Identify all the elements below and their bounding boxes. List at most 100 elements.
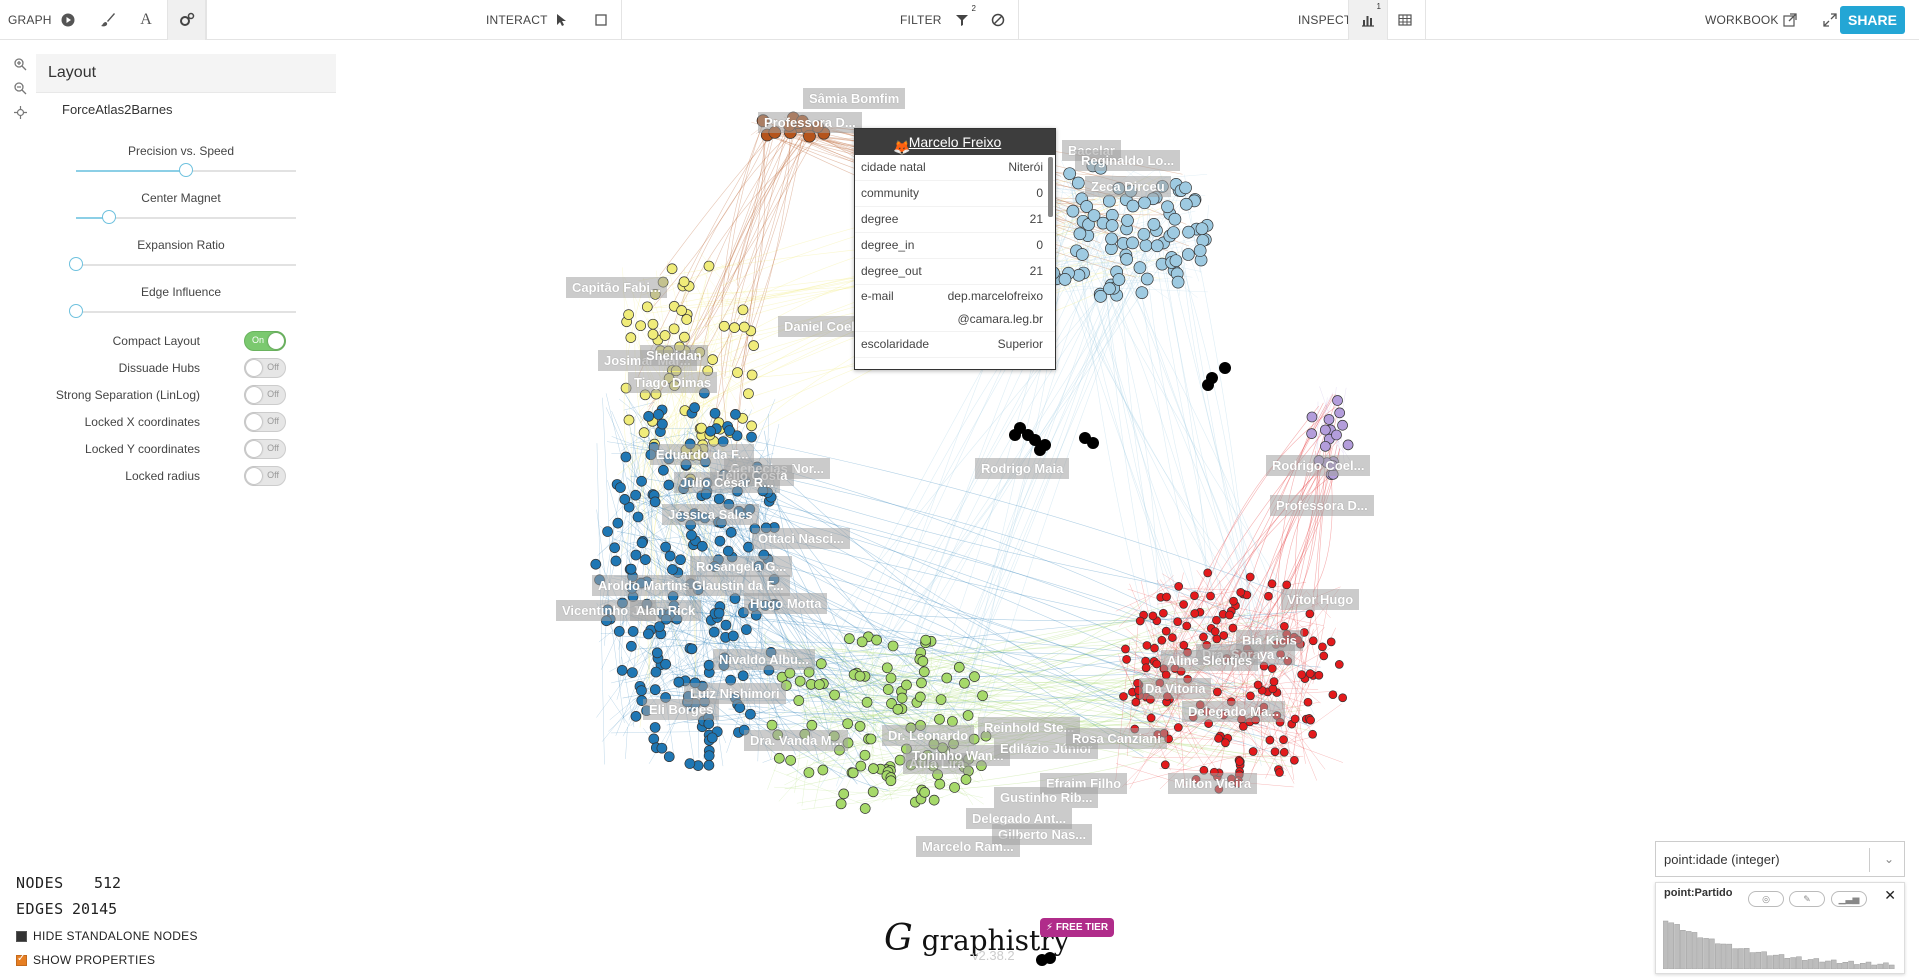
tooltip-scrollbar[interactable] — [1048, 157, 1053, 217]
node-label[interactable]: Vitor Hugo — [1281, 589, 1360, 610]
node-label[interactable]: Aroldo Martins — [592, 575, 696, 596]
external-link-icon[interactable] — [1778, 8, 1802, 32]
histogram-bar[interactable] — [1819, 961, 1825, 969]
target-icon[interactable]: ◎ — [1748, 891, 1784, 907]
bar-chart-icon[interactable]: 1 — [1348, 0, 1388, 40]
histogram-bar[interactable] — [1830, 959, 1837, 969]
histogram-bar[interactable] — [1720, 943, 1727, 969]
histogram-bar[interactable] — [1877, 963, 1883, 969]
play-icon[interactable] — [56, 8, 80, 32]
node-label[interactable]: Marcelo Ram... — [916, 836, 1020, 857]
node-label[interactable]: Julio César R... — [674, 472, 780, 493]
toggle-switch[interactable]: On — [244, 331, 286, 351]
histogram-bar[interactable] — [1726, 943, 1733, 969]
histogram-bar[interactable] — [1859, 963, 1866, 969]
node-label[interactable]: Ottaci Nasci... — [752, 528, 850, 549]
node-label[interactable]: Jéssica Sales — [662, 504, 759, 525]
slider-track[interactable] — [76, 210, 296, 224]
select-box-icon[interactable] — [589, 8, 613, 32]
histogram-attribute-select[interactable]: point:idade (integer) ⌄ — [1655, 841, 1905, 877]
tooltip-title[interactable]: Marcelo Freixo — [909, 134, 1002, 150]
pointer-icon[interactable] — [550, 8, 574, 32]
toggle-switch[interactable]: Off — [244, 358, 286, 378]
node-label[interactable]: Zeca Dirceu — [1085, 176, 1171, 197]
slider-track[interactable] — [69, 304, 296, 318]
node-label[interactable]: Hugo Motta — [744, 593, 828, 614]
node-label[interactable]: Rodrigo Coel... — [1266, 455, 1371, 476]
histogram-bar[interactable] — [1663, 920, 1669, 969]
histogram-bar[interactable] — [1714, 943, 1721, 969]
histogram-bar[interactable] — [1778, 954, 1785, 969]
histogram-bar[interactable] — [1848, 960, 1854, 969]
slider-track[interactable] — [69, 257, 296, 271]
histogram-bar[interactable] — [1784, 958, 1791, 969]
slider-expansion-ratio[interactable]: Expansion Ratio — [69, 238, 296, 271]
histogram-bar[interactable] — [1836, 963, 1843, 969]
brush-icon[interactable]: ✎ — [1789, 891, 1825, 907]
filter-icon[interactable]: 2 — [950, 4, 976, 32]
node-label[interactable]: Reinhold Ste... — [978, 717, 1081, 738]
histogram-bar[interactable] — [1703, 938, 1709, 969]
slider-center-magnet[interactable]: Center Magnet — [76, 191, 296, 224]
node-label[interactable]: Sheridan — [640, 345, 708, 366]
checkbox-box[interactable] — [16, 953, 27, 966]
node-label[interactable]: Nivaldo Albu... — [713, 649, 815, 670]
ban-icon[interactable] — [986, 8, 1010, 32]
node-tooltip[interactable]: 🦊 Marcelo Freixo cidade natal Niterói com… — [854, 128, 1056, 370]
histogram-bar[interactable] — [1685, 931, 1692, 969]
node-label[interactable]: Tiago Dimas — [628, 372, 718, 393]
histogram-bar[interactable] — [1697, 937, 1704, 969]
histogram-bar[interactable] — [1709, 938, 1715, 969]
histogram-bar[interactable] — [1813, 958, 1820, 969]
node-label[interactable]: Reginaldo Lo... — [1075, 150, 1181, 171]
expand-icon[interactable] — [1818, 8, 1842, 32]
histogram-bar[interactable] — [1691, 932, 1698, 969]
share-button[interactable]: SHARE — [1839, 6, 1905, 34]
gears-icon[interactable] — [167, 0, 207, 40]
show-properties-checkbox[interactable]: SHOW PROPERTIES — [16, 953, 155, 967]
node-label[interactable]: Delegado Ma... — [1182, 701, 1286, 722]
histogram-bar[interactable] — [1772, 954, 1779, 969]
close-icon[interactable]: ✕ — [1884, 887, 1896, 904]
slider-track[interactable] — [76, 163, 296, 177]
node-label[interactable]: Rosa Canziani — [1066, 728, 1167, 749]
histogram-bar[interactable] — [1674, 924, 1680, 969]
histogram-bar[interactable] — [1871, 964, 1878, 969]
brush-icon[interactable] — [96, 8, 120, 32]
node-label[interactable]: Gustinho Rib... — [994, 787, 1099, 808]
node-label[interactable]: Alan Rick — [630, 600, 702, 621]
node-label[interactable]: Sâmia Bomfim — [803, 88, 906, 109]
node-label[interactable]: Dr. Leonardo — [882, 725, 975, 746]
histogram-bar[interactable] — [1732, 948, 1738, 969]
slider-thumb[interactable] — [69, 257, 83, 271]
histogram-bar[interactable] — [1842, 962, 1849, 969]
hide-standalone-checkbox[interactable]: HIDE STANDALONE NODES — [16, 929, 198, 943]
chevron-down-icon[interactable]: ⌄ — [1884, 852, 1894, 866]
node-label[interactable]: Aline Sleutjes — [1161, 650, 1259, 671]
slider-edge-influence[interactable]: Edge Influence — [69, 285, 296, 318]
node-label[interactable]: Milton Vieira — [1168, 773, 1258, 794]
toggle-switch[interactable]: Off — [244, 466, 286, 486]
histogram-bar[interactable] — [1668, 922, 1675, 969]
histogram-bar[interactable] — [1801, 960, 1808, 969]
node-label[interactable]: Rodrigo Maia — [975, 458, 1070, 479]
text-icon[interactable]: A — [134, 8, 158, 32]
node-label[interactable]: Da Vitoria — [1139, 678, 1212, 699]
histogram-bar[interactable] — [1738, 948, 1744, 969]
table-icon[interactable] — [1393, 8, 1417, 32]
histogram-bar[interactable] — [1854, 964, 1860, 969]
toggle-switch[interactable]: Off — [244, 412, 286, 432]
node-label[interactable]: Professora D... — [758, 112, 862, 133]
histogram-bar[interactable] — [1755, 951, 1762, 969]
slider-thumb[interactable] — [69, 304, 83, 318]
bar-chart-icon[interactable]: ▁▃▅ — [1831, 891, 1867, 907]
histogram-bars[interactable] — [1663, 919, 1899, 969]
node-label[interactable]: Professora D... — [1270, 495, 1374, 516]
slider-thumb[interactable] — [179, 163, 193, 177]
histogram-bar[interactable] — [1807, 959, 1814, 969]
toggle-switch[interactable]: Off — [244, 385, 286, 405]
histogram-bar[interactable] — [1680, 930, 1686, 969]
toggle-switch[interactable]: Off — [244, 439, 286, 459]
histogram-bar[interactable] — [1825, 960, 1831, 969]
histogram-bar[interactable] — [1883, 962, 1889, 969]
